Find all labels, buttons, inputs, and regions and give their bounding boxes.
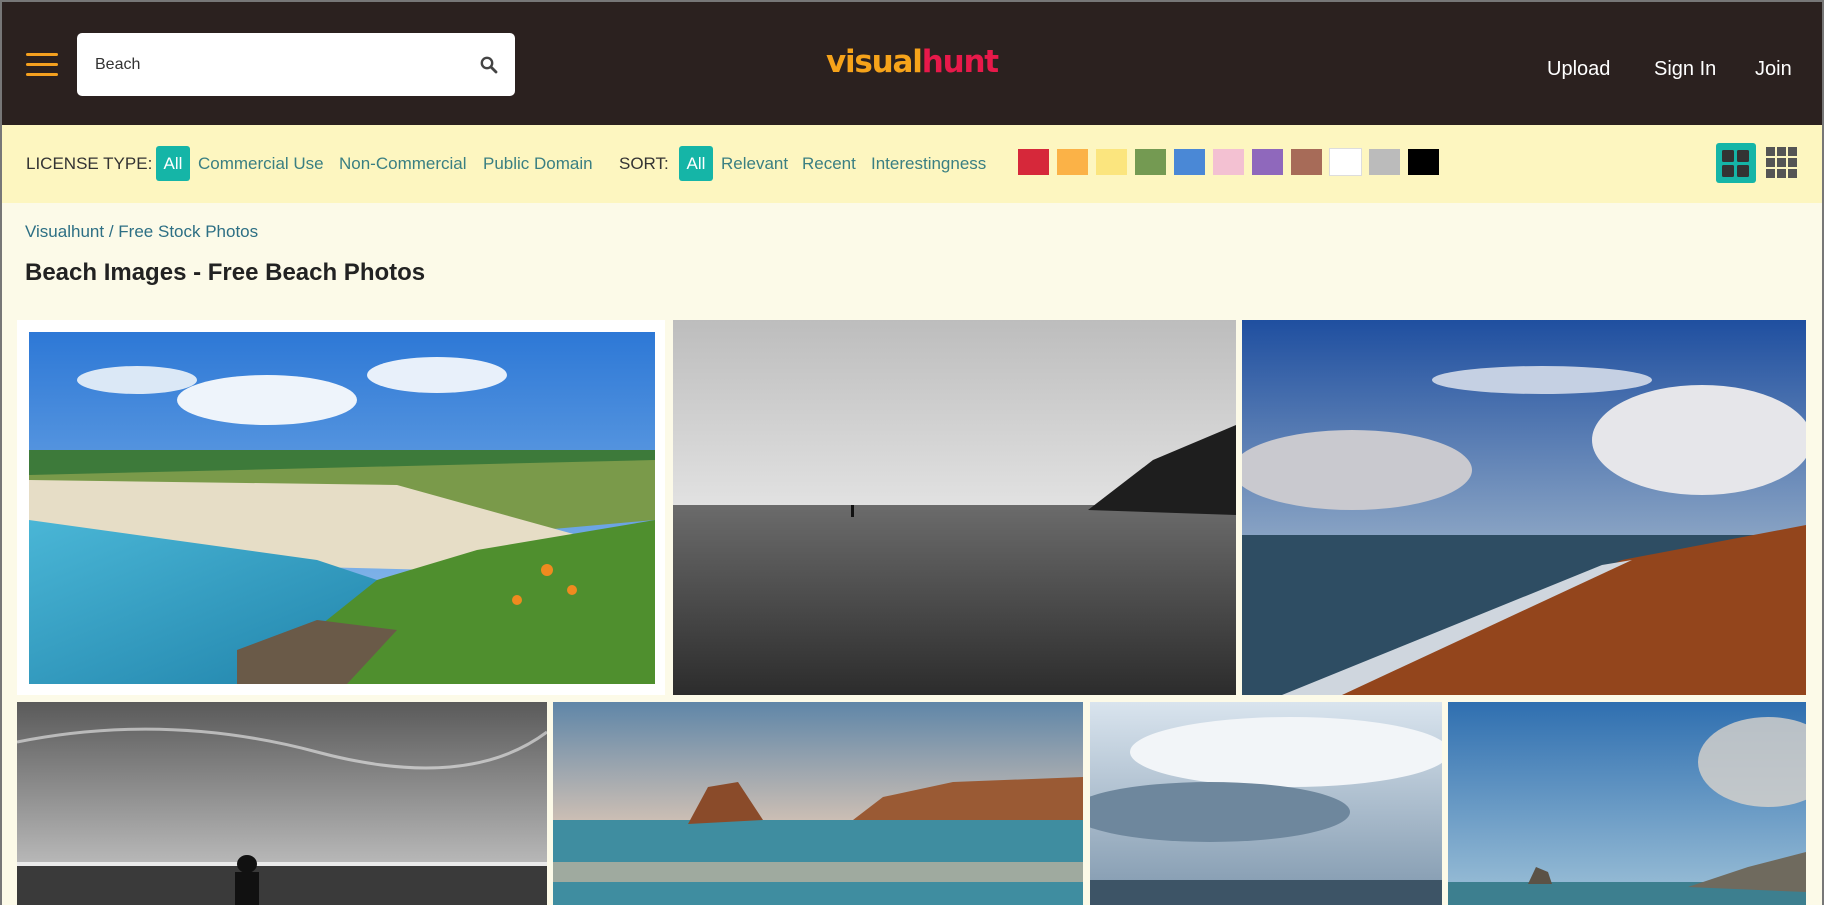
photo-bw-swimmers [17, 702, 547, 905]
photo-card[interactable] [1448, 702, 1806, 905]
breadcrumb-home-link[interactable]: Visualhunt [25, 222, 104, 241]
photo-blue-coastline [1448, 702, 1806, 905]
upload-link[interactable]: Upload [1547, 58, 1610, 81]
license-option-non-commercial[interactable]: Non-Commercial [339, 154, 467, 174]
search-icon[interactable] [479, 55, 499, 75]
photo-card[interactable] [673, 320, 1236, 695]
search-input[interactable] [95, 33, 455, 96]
license-option-all[interactable]: All [156, 146, 190, 181]
color-swatch[interactable] [1329, 148, 1362, 176]
sort-option-recent[interactable]: Recent [802, 154, 856, 174]
color-swatch[interactable] [1369, 149, 1400, 175]
logo-part-visual: visual [826, 44, 923, 80]
color-swatch[interactable] [1018, 149, 1049, 175]
large-grid-icon [1722, 150, 1749, 177]
photo-card[interactable] [553, 702, 1083, 905]
photo-sea-rocks [553, 702, 1083, 905]
sign-in-link[interactable]: Sign In [1654, 58, 1716, 81]
logo-part-hunt: hunt [921, 44, 999, 80]
license-option-commercial-use[interactable]: Commercial Use [198, 154, 324, 174]
breadcrumb: Visualhunt / Free Stock Photos [25, 222, 258, 242]
photo-coastal-beach [29, 332, 655, 684]
breadcrumb-separator: / [108, 222, 114, 241]
photo-shoreline-clouds [1242, 320, 1806, 695]
color-swatch[interactable] [1174, 149, 1205, 175]
menu-icon[interactable] [26, 53, 58, 77]
color-swatch[interactable] [1096, 149, 1127, 175]
search-box [77, 33, 515, 96]
sort-label: SORT: [619, 154, 669, 173]
photo-card[interactable] [17, 702, 547, 905]
color-swatch[interactable] [1408, 149, 1439, 175]
license-type-label: LICENSE TYPE: [26, 154, 153, 173]
color-swatch[interactable] [1291, 149, 1322, 175]
color-swatch[interactable] [1135, 149, 1166, 175]
visualhunt-logo[interactable]: visualhunt [826, 44, 999, 80]
large-grid-view-button[interactable] [1716, 143, 1756, 183]
photo-card[interactable] [1242, 320, 1806, 695]
filter-bar: LICENSE TYPE: All Commercial Use Non-Com… [0, 125, 1824, 203]
photo-card[interactable] [1090, 702, 1442, 905]
sort-option-interestingness[interactable]: Interestingness [871, 154, 986, 174]
breadcrumb-section-link[interactable]: Free Stock Photos [118, 222, 258, 241]
photo-bw-beach-walker [673, 320, 1236, 695]
photo-stormy-sky [1090, 702, 1442, 905]
photo-card[interactable] [17, 320, 665, 695]
page-title: Beach Images - Free Beach Photos [25, 259, 426, 286]
sort-option-relevant[interactable]: Relevant [721, 154, 788, 174]
color-swatch[interactable] [1213, 149, 1244, 175]
top-header: visualhunt Upload Sign In Join [0, 0, 1824, 125]
small-grid-icon [1766, 147, 1797, 178]
license-option-public-domain[interactable]: Public Domain [483, 154, 593, 174]
small-grid-view-button[interactable] [1762, 143, 1802, 183]
join-link[interactable]: Join [1755, 58, 1792, 81]
sort-option-all[interactable]: All [679, 146, 713, 181]
color-swatch[interactable] [1057, 149, 1088, 175]
color-swatch[interactable] [1252, 149, 1283, 175]
